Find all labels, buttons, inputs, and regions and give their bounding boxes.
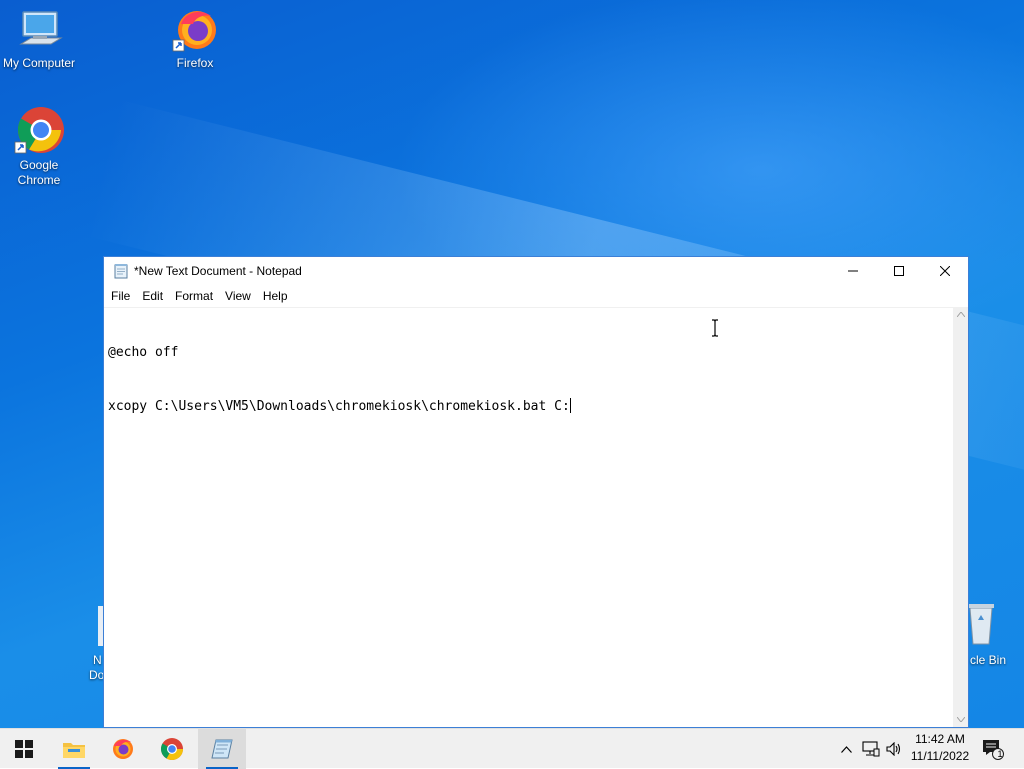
menu-format[interactable]: Format — [169, 285, 219, 307]
menu-file[interactable]: File — [104, 285, 136, 307]
taskbar-firefox[interactable] — [99, 729, 147, 769]
minimize-icon — [848, 270, 858, 272]
window-title: *New Text Document - Notepad — [134, 264, 302, 278]
scroll-down-arrow[interactable] — [953, 712, 968, 727]
desktop-icon-label: Google — [19, 158, 59, 172]
chrome-icon — [14, 107, 64, 154]
recycle-bin-icon[interactable] — [966, 600, 996, 646]
desktop-icon-google-chrome[interactable]: Google Chrome — [0, 104, 78, 188]
show-hidden-icons-button[interactable] — [838, 729, 854, 769]
computer-icon — [19, 11, 63, 45]
desktop-icon-my-computer[interactable]: My Computer — [0, 8, 78, 71]
clock-date: 11/11/2022 — [910, 749, 970, 763]
chevron-up-icon — [956, 312, 965, 317]
taskbar-chrome[interactable] — [148, 729, 196, 769]
close-icon — [940, 266, 950, 276]
minimize-button[interactable] — [830, 257, 876, 285]
start-button[interactable] — [0, 729, 48, 769]
firefox-icon — [113, 739, 133, 759]
desktop-icon-firefox[interactable]: Firefox — [156, 6, 234, 71]
clock-time: 11:42 AM — [915, 732, 965, 746]
action-center-button[interactable]: 1 — [980, 729, 1006, 769]
menu-edit[interactable]: Edit — [136, 285, 169, 307]
editor-line: xcopy C:\Users\VM5\Downloads\chromekiosk… — [108, 398, 949, 416]
start-icon — [15, 740, 33, 758]
close-button[interactable] — [922, 257, 968, 285]
text-editor-area[interactable]: @echo off xcopy C:\Users\VM5\Downloads\c… — [104, 307, 953, 727]
taskbar-clock[interactable]: 11:42 AM 11/11/2022 — [906, 731, 974, 765]
taskbar-notepad[interactable] — [198, 729, 246, 769]
recycle-bin-label: cle Bin — [970, 653, 1007, 667]
chrome-icon — [161, 738, 183, 760]
partial-desktop-icon-label: N — [93, 653, 102, 667]
menu-view[interactable]: View — [219, 285, 257, 307]
notification-count-badge: 1 — [997, 749, 1003, 759]
network-icon — [862, 741, 880, 757]
network-tray-button[interactable] — [860, 729, 882, 769]
notepad-window[interactable]: *New Text Document - Notepad File Edit F… — [103, 256, 969, 728]
chevron-up-icon — [840, 745, 852, 753]
desktop-icon-label: Firefox — [176, 56, 214, 70]
scroll-up-arrow[interactable] — [953, 307, 968, 322]
firefox-icon — [172, 11, 216, 52]
menu-help[interactable]: Help — [257, 285, 294, 307]
speaker-icon — [886, 742, 901, 756]
maximize-icon — [894, 266, 904, 276]
desktop-icon-label: Chrome — [17, 173, 61, 187]
title-bar[interactable]: *New Text Document - Notepad — [104, 257, 968, 285]
notepad-icon — [114, 264, 128, 279]
volume-tray-button[interactable] — [884, 729, 904, 769]
text-cursor-icon — [712, 319, 718, 337]
menu-bar: File Edit Format View Help — [104, 285, 968, 308]
text-caret — [569, 398, 571, 413]
vertical-scrollbar[interactable] — [953, 307, 968, 727]
taskbar: 11:42 AM 11/11/2022 1 — [0, 728, 1024, 769]
chevron-down-icon — [956, 717, 965, 722]
notepad-icon — [211, 739, 233, 759]
maximize-button[interactable] — [876, 257, 922, 285]
editor-line-text: xcopy C:\Users\VM5\Downloads\chromekiosk… — [108, 399, 570, 414]
editor-line: @echo off — [108, 345, 179, 360]
taskbar-file-explorer[interactable] — [50, 729, 98, 769]
file-explorer-icon — [63, 743, 85, 758]
desktop-icon-label: My Computer — [2, 56, 76, 70]
